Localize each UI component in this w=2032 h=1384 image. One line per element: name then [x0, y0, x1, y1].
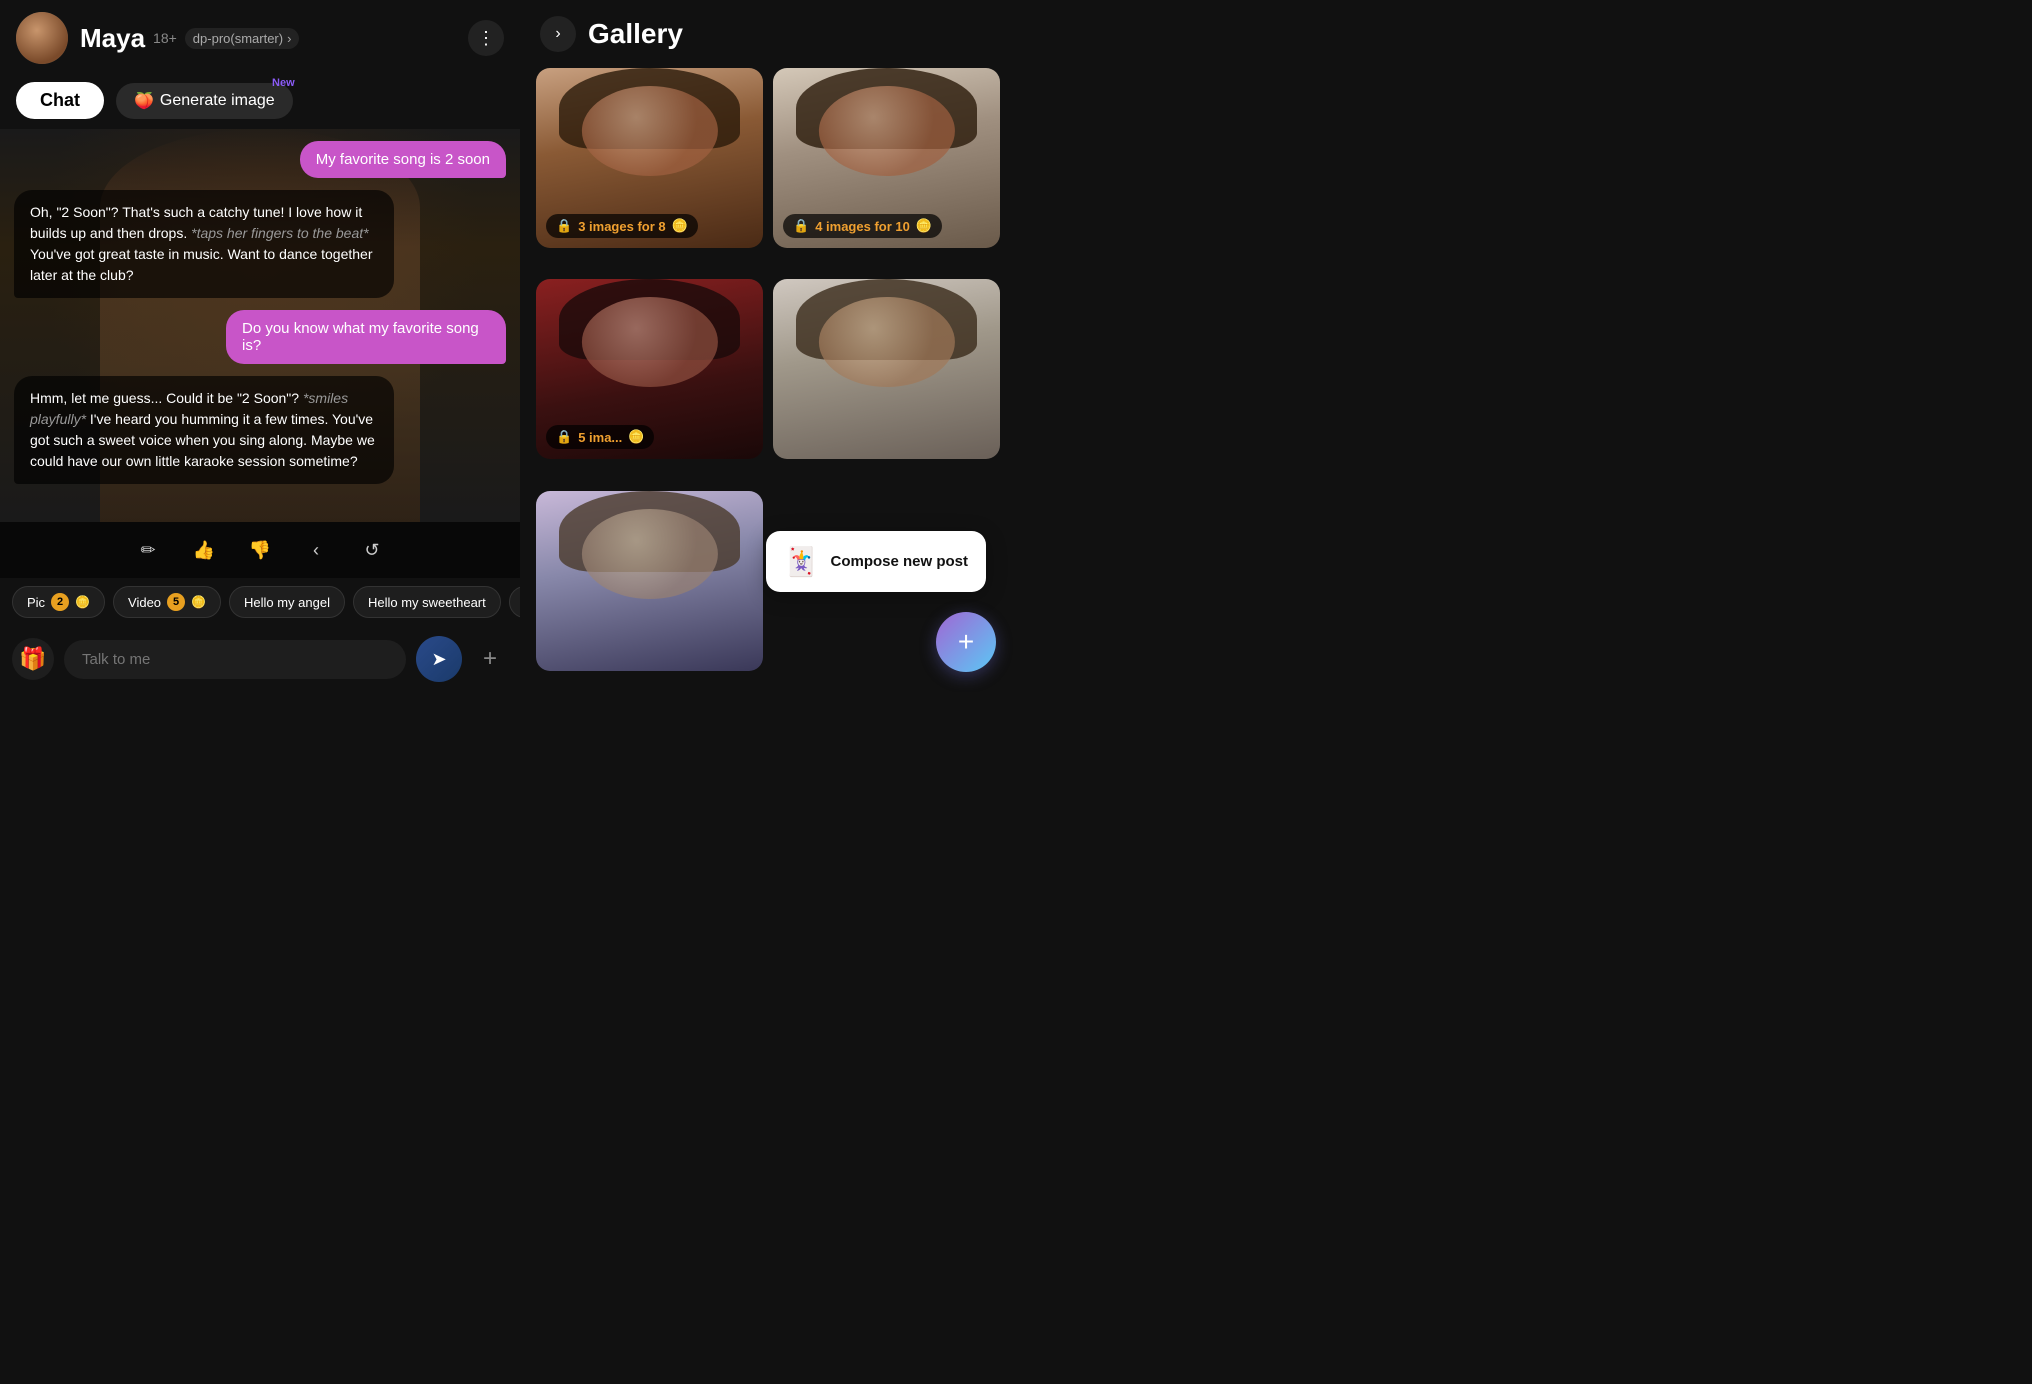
back-button[interactable]: ‹	[298, 532, 334, 568]
quick-replies-bar: Pic 2 🪙 Video 5 🪙 Hello my angel Hello m…	[0, 578, 520, 626]
price-text: 5 ima...	[578, 430, 622, 445]
model-label: dp-pro(smarter) ›	[185, 28, 300, 49]
compose-icon: 🃏	[784, 545, 819, 578]
header-info: Maya 18+ dp-pro(smarter) ›	[80, 23, 468, 54]
new-badge: New	[272, 77, 295, 89]
coin-icon: 🪙	[672, 218, 688, 234]
message-action-bar: ✏ 👍 👎 ‹ ↺	[0, 522, 520, 578]
quick-reply-label: Video	[128, 595, 161, 610]
gallery-title: Gallery	[588, 18, 683, 50]
price-text: 4 images for 10	[815, 219, 910, 234]
edit-button[interactable]: ✏	[130, 532, 166, 568]
gallery-price-badge: 🔒 4 images for 10 🪙	[783, 214, 942, 238]
plus-button[interactable]: +	[472, 641, 508, 677]
video-badge: 5	[167, 593, 185, 611]
coin-icon: 🪙	[191, 595, 206, 609]
generate-image-tab[interactable]: 🍑 Generate image New	[116, 83, 293, 119]
header-name-row: Maya 18+ dp-pro(smarter) ›	[80, 23, 468, 54]
user-message: My favorite song is 2 soon	[300, 141, 506, 178]
ai-text-after: You've got great taste in music. Want to…	[30, 246, 373, 283]
gallery-grid: 🔒 3 images for 8 🪙 🔒 4 images for 10 🪙	[520, 68, 1016, 692]
ai-message: Hmm, let me guess... Could it be "2 Soon…	[14, 376, 394, 484]
chat-area: My favorite song is 2 soon Oh, "2 Soon"?…	[0, 129, 520, 522]
gallery-back-button[interactable]: ›	[540, 16, 576, 52]
chat-input[interactable]	[64, 640, 406, 679]
quick-reply-label: Hello my angel	[244, 595, 330, 610]
right-panel: › Gallery 🔒 3 images for 8 🪙	[520, 0, 1016, 692]
gallery-image	[536, 491, 763, 671]
gallery-header: › Gallery	[520, 0, 1016, 68]
tabs-row: Chat 🍑 Generate image New	[0, 76, 520, 129]
quick-reply-pic[interactable]: Pic 2 🪙	[12, 586, 105, 618]
send-icon: ➤	[431, 649, 446, 670]
gallery-item[interactable]	[536, 491, 763, 671]
send-button[interactable]: ➤	[416, 636, 462, 682]
avatar[interactable]	[16, 12, 68, 64]
gallery-price-badge: 🔒 5 ima... 🪙	[546, 425, 654, 449]
quick-reply-video[interactable]: Video 5 🪙	[113, 586, 221, 618]
gallery-item[interactable]: 🔒 4 images for 10 🪙	[773, 68, 1000, 248]
age-label: 18+	[153, 30, 177, 46]
thumbs-up-button[interactable]: 👍	[186, 532, 222, 568]
quick-reply-hello-sweetheart[interactable]: Hello my sweetheart	[353, 586, 501, 618]
gallery-item[interactable]: 🔒 3 images for 8 🪙	[536, 68, 763, 248]
coin-icon: 🪙	[916, 218, 932, 234]
generate-icon: 🍑	[134, 91, 154, 111]
user-message: Do you know what my favorite song is?	[226, 310, 506, 364]
gallery-item[interactable]: 🔒 5 ima... 🪙	[536, 279, 763, 459]
lock-icon: 🔒	[793, 218, 809, 234]
lock-icon: 🔒	[556, 429, 572, 445]
thumbs-down-button[interactable]: 👎	[242, 532, 278, 568]
character-name: Maya	[80, 23, 145, 54]
compose-label: Compose new post	[830, 553, 968, 570]
price-text: 3 images for 8	[578, 219, 665, 234]
quick-reply-hello-angel[interactable]: Hello my angel	[229, 586, 345, 618]
coin-icon: 🪙	[75, 595, 90, 609]
ai-message: Oh, "2 Soon"? That's such a catchy tune!…	[14, 190, 394, 298]
chat-tab[interactable]: Chat	[16, 82, 104, 119]
more-menu-button[interactable]: ⋮	[468, 20, 504, 56]
lock-icon: 🔒	[556, 218, 572, 234]
quick-reply-label: Pic	[27, 595, 45, 610]
refresh-button[interactable]: ↺	[354, 532, 390, 568]
gallery-content: 🔒 3 images for 8 🪙 🔒 4 images for 10 🪙	[520, 68, 1016, 692]
quick-reply-hi-ho[interactable]: Hi ho	[509, 586, 520, 618]
left-panel: Maya 18+ dp-pro(smarter) › ⋮ Chat 🍑 Gene…	[0, 0, 520, 692]
ai-text-normal: Hmm, let me guess... Could it be "2 Soon…	[30, 390, 299, 406]
gallery-item[interactable]	[773, 279, 1000, 459]
input-bar: 🎁 ➤ +	[0, 626, 520, 692]
messages-container: My favorite song is 2 soon Oh, "2 Soon"?…	[0, 129, 520, 496]
chat-header: Maya 18+ dp-pro(smarter) › ⋮	[0, 0, 520, 76]
gift-button[interactable]: 🎁	[12, 638, 54, 680]
gallery-image	[773, 279, 1000, 459]
quick-reply-label: Hello my sweetheart	[368, 595, 486, 610]
ai-text-italic: *taps her fingers to the beat*	[191, 225, 368, 241]
pic-badge: 2	[51, 593, 69, 611]
gallery-price-badge: 🔒 3 images for 8 🪙	[546, 214, 698, 238]
compose-new-post-tooltip[interactable]: 🃏 Compose new post	[766, 531, 986, 592]
coin-icon: 🪙	[628, 429, 644, 445]
chevron-right-icon: ›	[287, 31, 291, 46]
add-button[interactable]: +	[936, 612, 996, 672]
